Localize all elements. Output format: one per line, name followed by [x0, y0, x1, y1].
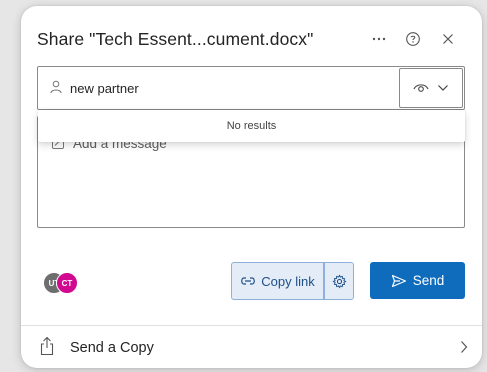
close-button[interactable]	[434, 25, 462, 53]
eye-icon	[413, 84, 429, 92]
chevron-down-icon	[438, 85, 448, 91]
help-button[interactable]	[399, 25, 427, 53]
no-results-text: No results	[226, 120, 277, 132]
chevron-right-icon	[460, 340, 468, 359]
link-icon	[241, 277, 256, 285]
people-picker[interactable]	[37, 66, 465, 110]
share-icon	[39, 336, 55, 361]
gear-icon	[331, 273, 347, 289]
copy-link-button[interactable]: Copy link	[231, 262, 324, 300]
more-horizontal-icon	[372, 37, 386, 41]
close-icon	[443, 34, 453, 44]
send-a-copy-label: Send a Copy	[70, 340, 154, 356]
link-settings-button[interactable]	[324, 262, 354, 300]
people-input[interactable]	[70, 78, 390, 98]
suggestions-dropdown: No results	[38, 110, 465, 142]
send-button[interactable]: Send	[370, 262, 465, 299]
help-circle-icon	[406, 32, 420, 46]
dialog-title: Share "Tech Essent...cument.docx"	[37, 29, 314, 49]
copy-link-label: Copy link	[261, 273, 315, 289]
send-a-copy-row[interactable]: Send a Copy	[21, 326, 482, 368]
send-label: Send	[412, 273, 445, 288]
more-options-button[interactable]	[365, 25, 393, 53]
send-icon	[391, 274, 406, 287]
person-icon	[50, 80, 62, 99]
permission-dropdown-button[interactable]	[399, 68, 463, 108]
share-dialog: Share "Tech Essent...cument.docx" Add a …	[21, 6, 482, 368]
avatar-ct[interactable]: CT	[56, 272, 78, 294]
